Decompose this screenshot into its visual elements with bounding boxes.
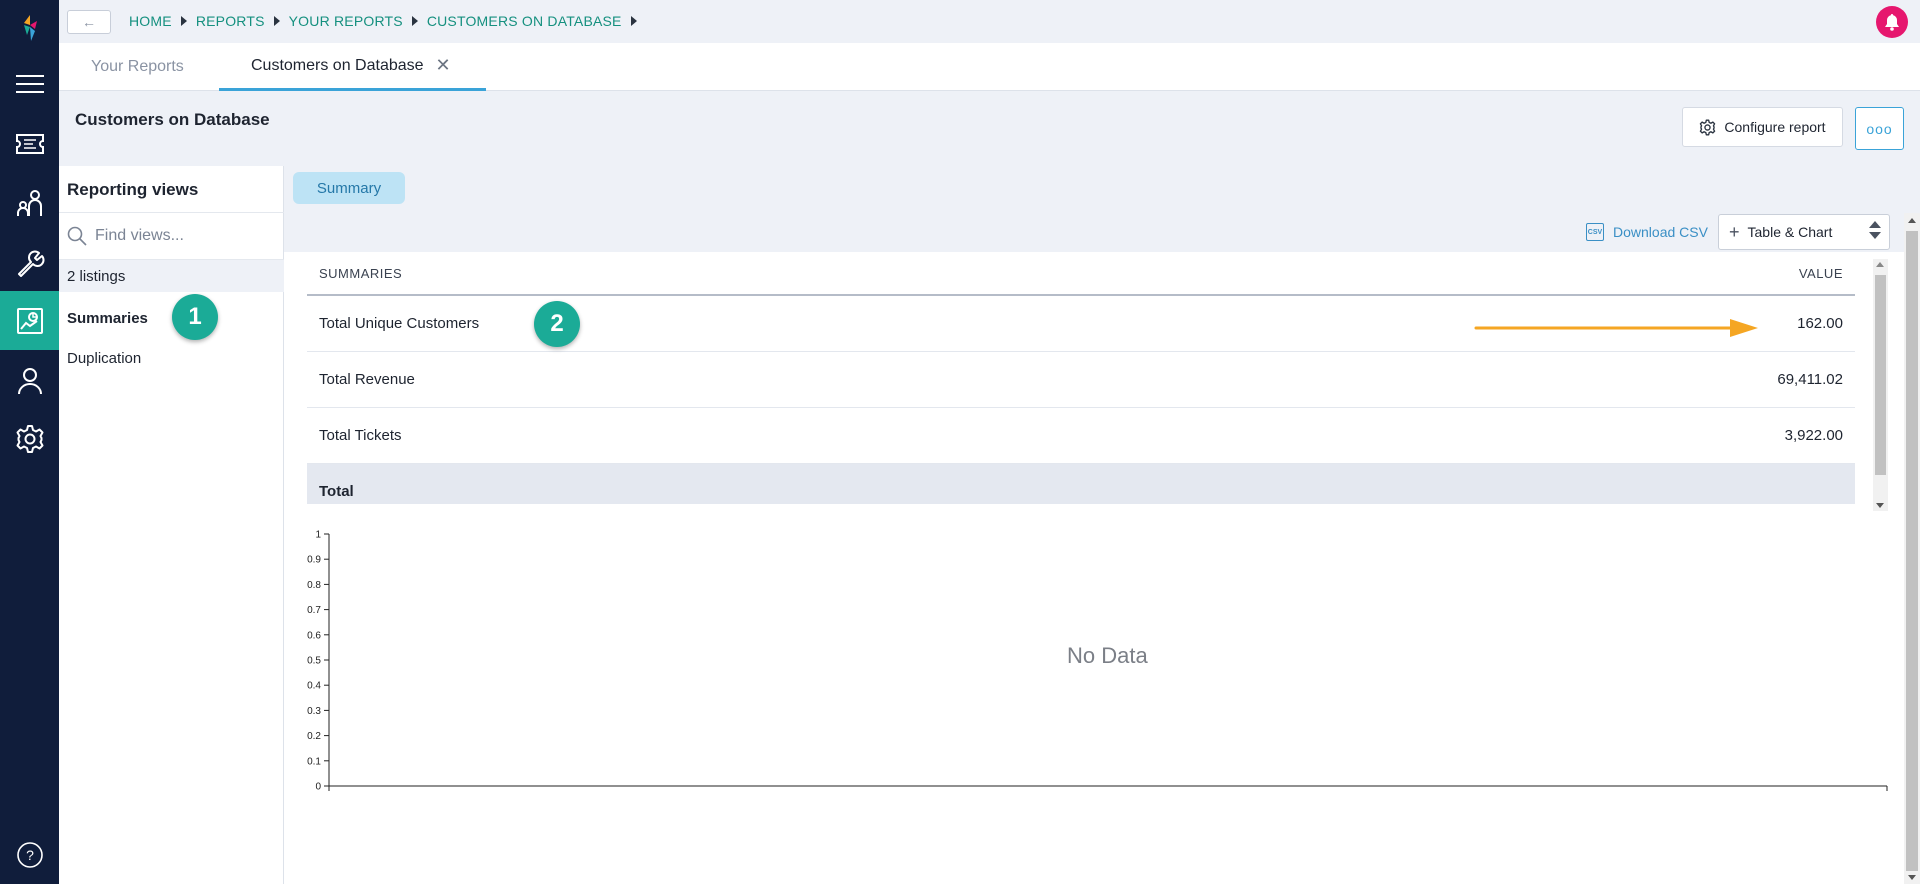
y-tick-label: 0.2 — [307, 731, 321, 742]
column-header-value[interactable]: VALUE — [1799, 266, 1843, 281]
y-tick-label: 0.1 — [307, 756, 321, 767]
row-label: Total Tickets — [319, 427, 402, 444]
breadcrumb-separator-icon — [630, 16, 637, 26]
table-row[interactable]: Total Tickets 3,922.00 — [307, 408, 1855, 464]
scroll-up-icon[interactable] — [1908, 218, 1916, 223]
left-nav-rail: ? — [0, 0, 59, 884]
top-bar: ← HOME REPORTS YOUR REPORTS CUSTOMERS ON… — [59, 0, 1920, 43]
download-csv-label: Download CSV — [1613, 224, 1708, 240]
column-header-summaries[interactable]: SUMMARIES — [319, 266, 402, 281]
breadcrumb-separator-icon — [180, 16, 187, 26]
total-label: Total — [319, 483, 354, 500]
people-icon[interactable] — [0, 175, 59, 231]
reporting-views-panel: Reporting views 2 listings Summaries Dup… — [59, 166, 284, 884]
breadcrumb-your-reports[interactable]: YOUR REPORTS — [289, 13, 403, 29]
tab-bar: Your Reports Customers on Database ✕ — [59, 43, 1920, 91]
search-icon — [67, 226, 87, 246]
select-arrows-icon — [1869, 221, 1881, 239]
y-tick-label: 0.3 — [307, 706, 321, 717]
breadcrumb: HOME REPORTS YOUR REPORTS CUSTOMERS ON D… — [129, 13, 646, 29]
view-chip-summary[interactable]: Summary — [293, 172, 405, 204]
scroll-down-icon[interactable] — [1876, 503, 1884, 508]
y-tick-label: 0.6 — [307, 630, 321, 641]
row-label: Total Unique Customers — [319, 315, 480, 332]
row-value: 69,411.02 — [1777, 371, 1843, 388]
plus-icon: + — [1729, 221, 1740, 242]
scroll-up-icon[interactable] — [1876, 262, 1884, 267]
breadcrumb-separator-icon — [273, 16, 280, 26]
gear-icon — [1700, 118, 1716, 136]
listings-count: 2 listings — [59, 260, 284, 292]
scroll-down-icon[interactable] — [1908, 875, 1916, 880]
tab-your-reports[interactable]: Your Reports — [91, 43, 184, 91]
close-icon[interactable]: ✕ — [436, 55, 451, 76]
report-toolbar: CSV Download CSV + Table & Chart — [284, 213, 1904, 252]
configure-report-button[interactable]: Configure report — [1682, 107, 1843, 147]
scroll-thumb[interactable] — [1875, 275, 1886, 475]
breadcrumb-customers-on-database[interactable]: CUSTOMERS ON DATABASE — [427, 13, 622, 29]
logo-icon[interactable] — [0, 0, 59, 56]
breadcrumb-separator-icon — [411, 16, 418, 26]
tab-customers-on-database[interactable]: Customers on Database ✕ — [219, 43, 486, 91]
tab-label: Customers on Database — [251, 56, 424, 74]
row-value: 162.00 — [1797, 315, 1843, 332]
annotation-badge-1: 1 — [172, 294, 218, 340]
wrench-icon[interactable] — [0, 235, 59, 291]
y-tick-label: 0.7 — [307, 605, 321, 616]
page-scrollbar[interactable] — [1904, 213, 1920, 884]
csv-icon: CSV — [1586, 223, 1604, 241]
svg-text:?: ? — [26, 847, 34, 863]
page-title: Customers on Database — [75, 110, 270, 129]
tab-label: Your Reports — [91, 58, 184, 75]
scroll-thumb[interactable] — [1906, 231, 1918, 871]
annotation-badge-2: 2 — [534, 301, 580, 347]
y-tick-label: 0.9 — [307, 555, 321, 566]
table-total-row: Total — [307, 464, 1855, 504]
display-mode-select[interactable]: + Table & Chart — [1718, 214, 1890, 250]
table-header: SUMMARIES VALUE — [307, 252, 1855, 296]
chart-no-data-message: No Data — [1067, 643, 1148, 668]
bell-icon — [1885, 14, 1899, 31]
help-icon[interactable]: ? — [0, 827, 59, 883]
row-label: Total Revenue — [319, 371, 415, 388]
summary-table: SUMMARIES VALUE Total Unique Customers 1… — [307, 252, 1855, 504]
find-views-input[interactable] — [95, 227, 275, 245]
back-arrow-icon: ← — [82, 14, 96, 30]
y-tick-label: 0 — [315, 782, 321, 793]
table-scrollbar[interactable] — [1873, 259, 1888, 511]
back-button[interactable]: ← — [67, 10, 111, 34]
breadcrumb-reports[interactable]: REPORTS — [196, 13, 265, 29]
y-tick-label: 1 — [315, 530, 321, 541]
configure-report-label: Configure report — [1724, 119, 1826, 135]
view-item-duplication[interactable]: Duplication — [67, 350, 141, 367]
breadcrumb-home[interactable]: HOME — [129, 13, 172, 29]
annotation-arrow-icon — [1474, 319, 1758, 337]
table-row[interactable]: Total Revenue 69,411.02 — [307, 352, 1855, 408]
download-csv-link[interactable]: CSV Download CSV — [1586, 223, 1708, 241]
y-tick-label: 0.8 — [307, 580, 321, 591]
y-tick-label: 0.4 — [307, 681, 321, 692]
reporting-views-title: Reporting views — [67, 180, 199, 199]
views-search — [59, 212, 284, 260]
ticket-icon[interactable] — [0, 116, 59, 172]
notifications-button[interactable] — [1876, 6, 1908, 38]
row-value: 3,922.00 — [1784, 427, 1843, 444]
user-icon[interactable] — [0, 353, 59, 409]
display-mode-value: Table & Chart — [1747, 224, 1833, 240]
gear-icon[interactable] — [0, 411, 59, 467]
hamburger-icon[interactable] — [0, 56, 59, 112]
reports-icon[interactable] — [0, 291, 59, 350]
view-item-summaries[interactable]: Summaries — [67, 310, 148, 327]
more-options-button[interactable]: ooo — [1855, 107, 1904, 150]
y-tick-label: 0.5 — [307, 656, 321, 667]
